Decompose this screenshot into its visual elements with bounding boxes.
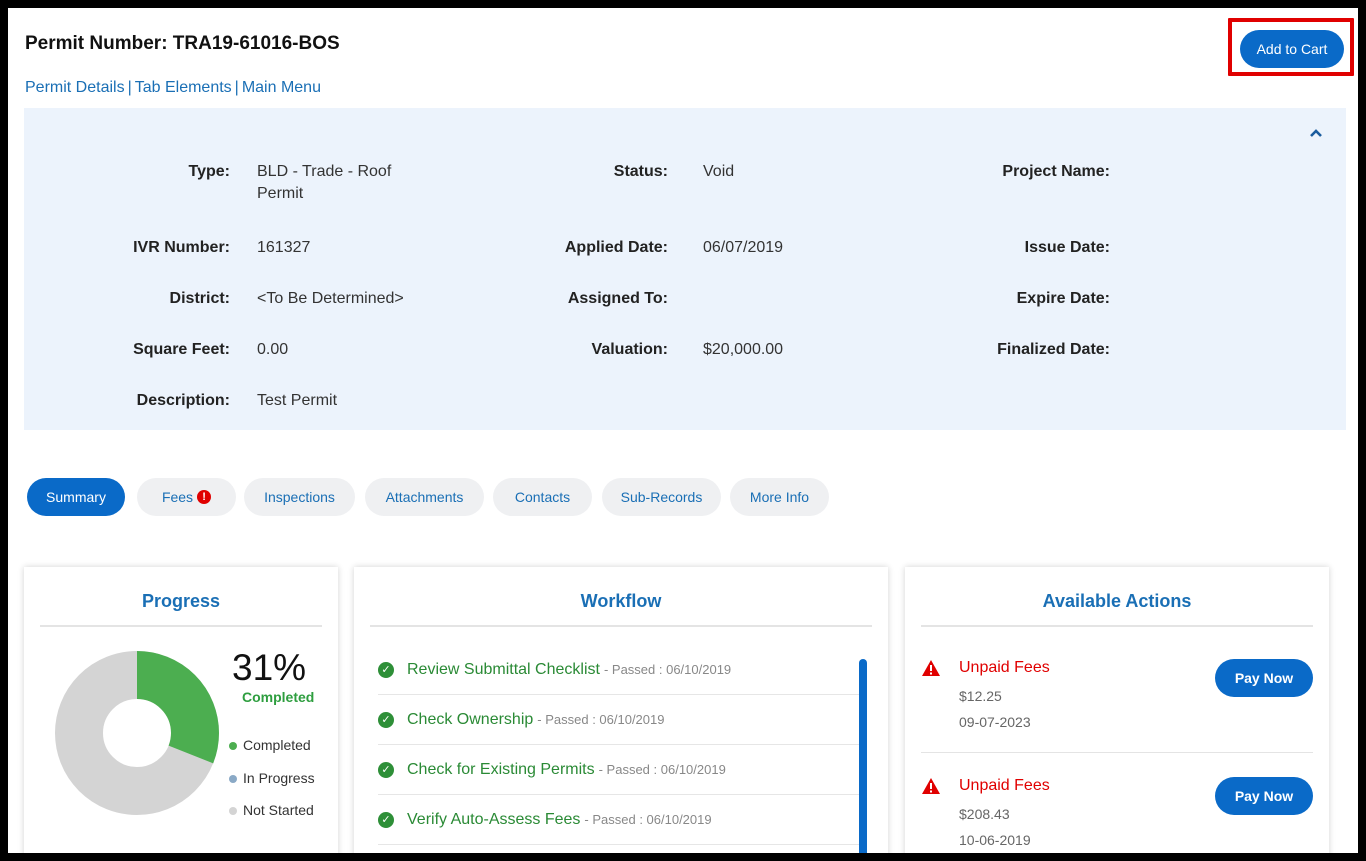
action-item: Unpaid Fees $12.25 09-07-2023 Pay Now (921, 659, 1313, 739)
tab-more-info[interactable]: More Info (730, 478, 829, 516)
action-amount: $208.43 (959, 806, 1010, 822)
check-circle-icon: ✓ (378, 761, 394, 778)
applied-date-label: Applied Date: (564, 239, 668, 256)
check-circle-icon: ✓ (378, 811, 394, 828)
square-feet-label: Square Feet: (133, 341, 230, 358)
workflow-item[interactable]: ✓ Check Ownership - Passed : 06/10/2019 (378, 695, 864, 745)
check-circle-icon: ✓ (378, 711, 394, 728)
type-label: Type: (188, 163, 230, 180)
workflow-step-meta: - Passed : 06/10/2019 (537, 712, 665, 727)
assigned-to-label: Assigned To: (567, 290, 668, 307)
legend-dot (229, 775, 237, 783)
workflow-step-meta: - Passed : 06/10/2019 (598, 762, 726, 777)
actions-card: Available Actions Unpaid Fees $12.25 09-… (905, 567, 1329, 853)
description-value: Test Permit (257, 392, 338, 409)
workflow-step-meta: - Passed : 06/10/2019 (603, 662, 732, 677)
check-circle-icon: ✓ (378, 661, 394, 678)
chevron-up-icon[interactable] (1310, 126, 1324, 140)
ivr-label: IVR Number: (133, 239, 230, 256)
permit-page: Permit Number: TRA19-61016-BOS Add to Ca… (8, 8, 1358, 853)
type-value-line: Permit (257, 185, 304, 202)
divider (921, 752, 1313, 753)
permit-details-link[interactable]: Permit Details (25, 79, 125, 96)
type-value-line: BLD - Trade - Roof (257, 163, 392, 180)
progress-title: Progress (141, 591, 221, 611)
applied-date-value: 06/07/2019 (703, 239, 784, 256)
progress-caption: Completed (242, 689, 315, 705)
tab-elements-link[interactable]: Tab Elements (135, 79, 232, 96)
action-date: 10-06-2019 (959, 832, 1031, 848)
legend-label: Not Started (243, 802, 314, 818)
workflow-step-meta: - Passed : 06/10/2019 (584, 812, 712, 827)
square-feet-value: 0.00 (257, 341, 289, 358)
action-amount: $12.25 (959, 688, 1002, 704)
tab-fees-label: Fees (161, 489, 194, 505)
warning-triangle-icon (922, 660, 940, 676)
status-value: Void (703, 163, 735, 180)
workflow-card: Workflow ✓ Review Submittal Checklist - … (354, 567, 888, 853)
progress-card: Progress 31% Completed Completed In Prog… (24, 567, 338, 853)
nav-separator: | (234, 79, 239, 96)
workflow-step-name: Review Submittal Checklist (407, 660, 600, 678)
issue-date-label: Issue Date: (1024, 239, 1110, 256)
legend-dot (229, 807, 237, 815)
legend-dot (229, 742, 237, 750)
action-title: Unpaid Fees (959, 659, 1050, 676)
legend-label: Completed (243, 737, 311, 753)
workflow-step-name: Verify Auto-Assess Fees (407, 810, 581, 828)
page-title: Permit Number: TRA19-61016-BOS (25, 33, 340, 54)
legend-not-started: Not Started (229, 802, 314, 818)
action-item: Unpaid Fees $208.43 10-06-2019 Pay Now (921, 777, 1313, 853)
description-label: Description: (136, 392, 230, 409)
district-value: <To Be Determined> (257, 290, 404, 307)
breadcrumb: Permit Details | Tab Elements | Main Menu (25, 79, 321, 97)
tab-contacts[interactable]: Contacts (493, 478, 592, 516)
workflow-step-name: Check Ownership (407, 710, 534, 728)
expire-date-label: Expire Date: (1016, 290, 1110, 307)
add-to-cart-button[interactable]: Add to Cart (1240, 30, 1344, 68)
actions-title: Available Actions (1042, 591, 1192, 611)
valuation-label: Valuation: (591, 341, 668, 358)
tab-attachments[interactable]: Attachments (365, 478, 484, 516)
workflow-title: Workflow (580, 591, 662, 611)
legend-in-progress: In Progress (229, 770, 315, 786)
workflow-item[interactable]: ✓ Verify Auto-Assess Fees - Passed : 06/… (378, 795, 864, 845)
tab-sub-records[interactable]: Sub-Records (602, 478, 721, 516)
legend-label: In Progress (243, 770, 315, 786)
workflow-item[interactable]: ✓ Check for Existing Permits - Passed : … (378, 745, 864, 795)
nav-separator: | (127, 79, 132, 96)
valuation-value: $20,000.00 (703, 341, 784, 358)
workflow-item[interactable]: ✓ Review Submittal Checklist - Passed : … (378, 645, 864, 695)
action-date: 09-07-2023 (959, 714, 1031, 730)
alert-icon: ! (197, 490, 212, 504)
legend-completed: Completed (229, 737, 311, 753)
type-value: BLD - Trade - Roof Permit (257, 161, 391, 205)
divider (370, 625, 872, 627)
warning-triangle-icon (922, 778, 940, 794)
main-menu-link[interactable]: Main Menu (242, 79, 321, 96)
divider (921, 625, 1313, 627)
ivr-value: 161327 (257, 239, 311, 256)
add-to-cart-highlight: Add to Cart (1228, 18, 1354, 76)
action-title: Unpaid Fees (959, 777, 1050, 794)
progress-percent: 31% (232, 647, 307, 688)
tab-summary[interactable]: Summary (27, 478, 125, 516)
progress-donut-chart (55, 651, 219, 815)
pay-now-button[interactable]: Pay Now (1215, 659, 1313, 697)
tab-inspections[interactable]: Inspections (244, 478, 355, 516)
finalized-date-label: Finalized Date: (997, 341, 1110, 358)
pay-now-button[interactable]: Pay Now (1215, 777, 1313, 815)
district-label: District: (169, 290, 230, 307)
status-label: Status: (613, 163, 668, 180)
workflow-scrollbar[interactable] (859, 659, 867, 853)
tab-fees[interactable]: Fees! (137, 478, 236, 516)
project-name-label: Project Name: (1002, 163, 1110, 180)
divider (40, 625, 322, 627)
workflow-step-name: Check for Existing Permits (407, 760, 595, 778)
permit-info-panel: Type: BLD - Trade - Roof Permit Status: … (24, 108, 1346, 430)
